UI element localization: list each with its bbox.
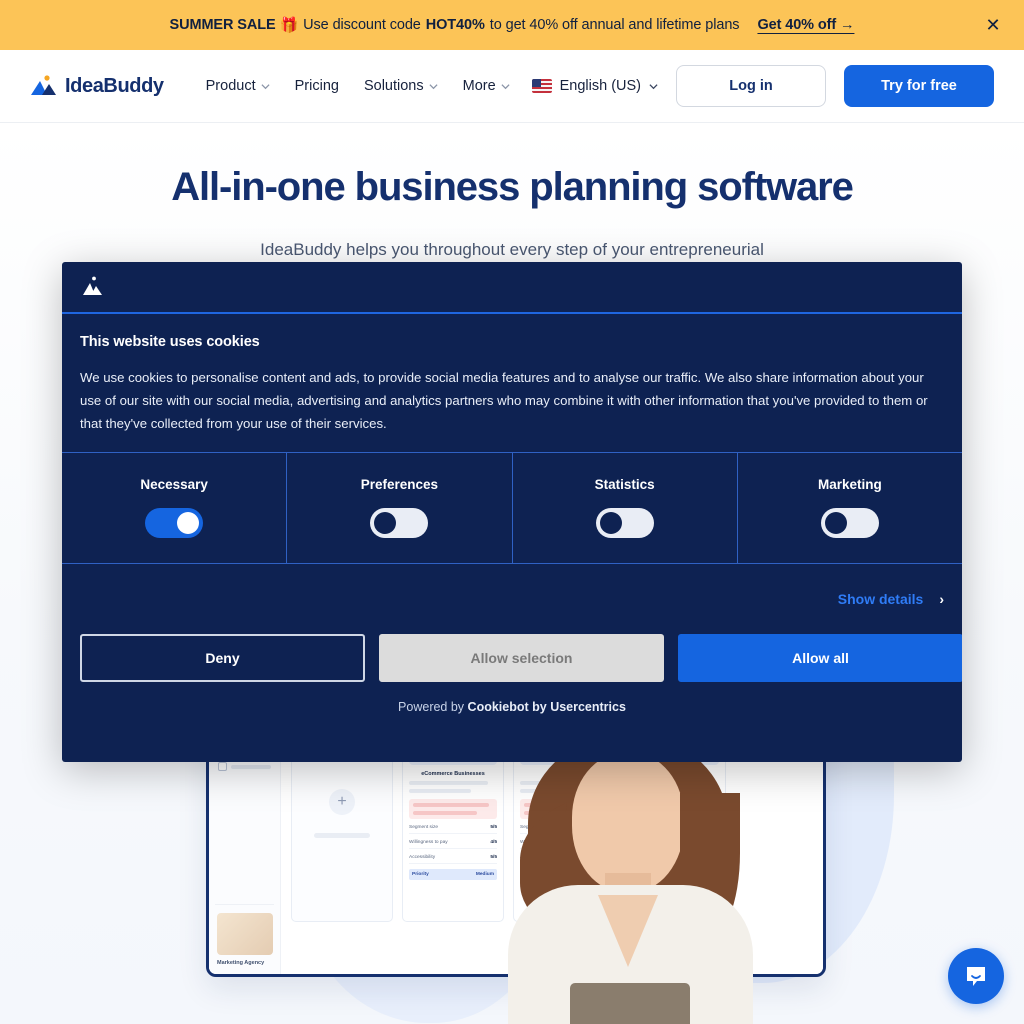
cookie-dialog-header — [62, 262, 962, 314]
allow-all-button[interactable]: Allow all — [678, 633, 962, 682]
cookie-category-preferences: Preferences — [287, 452, 513, 563]
workspace-name: Marketing Agency — [217, 960, 265, 966]
chevron-down-icon — [501, 83, 510, 89]
card-warning-line — [413, 803, 489, 807]
powered-by-label: Powered by — [398, 699, 465, 714]
cookie-category-statistics: Statistics — [513, 452, 738, 563]
doc-icon — [218, 762, 227, 771]
mountain-logo-icon — [83, 276, 102, 295]
category-label: Marketing — [817, 477, 882, 493]
cookie-dialog-description: We use cookies to personalise content an… — [80, 370, 928, 432]
chevron-down-icon — [429, 83, 438, 89]
nav-item-solutions[interactable]: Solutions — [364, 78, 438, 94]
nav-item-pricing[interactable]: Pricing — [295, 78, 339, 94]
cookie-category-marketing: Marketing — [738, 453, 962, 563]
plus-icon: + — [329, 788, 355, 815]
person-tablet — [570, 983, 690, 1024]
card-line — [409, 781, 489, 785]
chevron-down-icon — [261, 83, 270, 89]
nav-item-product[interactable]: Product — [206, 78, 270, 94]
cookie-dialog-footer: Powered by Cookiebot by Usercentrics — [62, 700, 962, 728]
show-details-label: Show details — [837, 590, 924, 607]
card-line — [409, 789, 471, 793]
sidebar-item-bar — [231, 764, 271, 769]
metric-label: Segment size — [409, 825, 439, 830]
allow-selection-button[interactable]: Allow selection — [379, 633, 664, 682]
card-warning-line — [413, 811, 477, 815]
promo-banner: SUMMER SALE 🎁 Use discount code HOT40% t… — [0, 0, 1024, 50]
language-selector[interactable]: English (US) — [531, 78, 658, 94]
toggle-necessary[interactable] — [145, 508, 204, 539]
language-label: English (US) — [559, 78, 641, 94]
cookie-dialog-body: This website uses cookies We use cookies… — [62, 314, 962, 452]
chevron-right-icon: › — [939, 590, 944, 607]
page-root: SUMMER SALE 🎁 Use discount code HOT40% t… — [0, 0, 1024, 1024]
gift-icon: 🎁 — [279, 17, 299, 34]
toggle-statistics[interactable] — [595, 508, 654, 539]
toggle-knob — [824, 512, 847, 535]
us-flag-icon — [531, 79, 552, 93]
cookie-details-row: Show details › — [62, 564, 962, 634]
login-button[interactable]: Log in — [676, 65, 826, 107]
brand-logo[interactable]: IdeaBuddy — [30, 75, 164, 98]
category-label: Preferences — [360, 477, 439, 493]
deny-button[interactable]: Deny — [80, 633, 365, 682]
toggle-preferences[interactable] — [370, 508, 429, 539]
hero-person-photo — [480, 735, 780, 1024]
toggle-marketing[interactable] — [820, 508, 879, 539]
close-icon[interactable]: ✕ — [980, 12, 1006, 38]
category-label: Statistics — [594, 477, 655, 493]
promo-discount-code: HOT40% — [425, 17, 485, 33]
mountain-logo-icon — [31, 75, 56, 95]
toggle-knob — [599, 512, 622, 535]
promo-cta-link[interactable]: Get 40% off → — [757, 17, 854, 33]
site-header: IdeaBuddy Product Pricing Solutions More — [0, 50, 1024, 123]
person-face — [572, 753, 684, 893]
metric-label: Willingness to pay — [409, 840, 448, 845]
cookie-categories: Necessary Preferences Statistics Marketi… — [62, 451, 962, 564]
cookiebot-brand[interactable]: Cookiebot by Usercentrics — [468, 700, 626, 714]
brand-name: IdeaBuddy — [65, 74, 164, 97]
cookie-category-necessary: Necessary — [62, 452, 288, 563]
placeholder-bar — [314, 832, 370, 838]
main-navigation: Product Pricing Solutions More — [206, 78, 510, 94]
nav-label: Product — [205, 78, 256, 94]
cookie-action-buttons: Deny Allow selection Allow all — [62, 633, 962, 682]
promo-message: SUMMER SALE 🎁 Use discount code HOT40% t… — [170, 16, 855, 34]
chat-bubble-icon — [967, 967, 985, 986]
promo-text-before-code: Use discount code — [303, 17, 421, 33]
cookie-consent-dialog: This website uses cookies We use cookies… — [62, 262, 962, 762]
nav-label: Pricing — [294, 78, 339, 94]
promo-headline: SUMMER SALE — [169, 17, 276, 33]
promo-text-after-code: to get 40% off annual and lifetime plans — [489, 17, 740, 33]
toggle-knob — [177, 512, 200, 535]
nav-item-more[interactable]: More — [463, 78, 510, 94]
show-details-link[interactable]: Show details › — [838, 591, 944, 607]
workspace-thumbnail-icon — [216, 913, 273, 955]
nav-label: Solutions — [363, 78, 424, 94]
nav-label: More — [462, 78, 496, 94]
toggle-knob — [374, 512, 397, 535]
sidebar-footer: Marketing Agency — [215, 904, 274, 966]
chevron-down-icon — [649, 83, 658, 89]
header-actions: English (US) Log in Try for free — [531, 65, 994, 107]
priority-label: Priority — [412, 872, 429, 877]
try-for-free-button[interactable]: Try for free — [844, 65, 994, 107]
metric-label: Accessibility — [409, 855, 436, 860]
page-title: All-in-one business planning software — [171, 165, 854, 209]
cookie-dialog-title: This website uses cookies — [80, 334, 260, 350]
chat-widget-button[interactable] — [948, 948, 1004, 1004]
category-label: Necessary — [140, 477, 208, 493]
